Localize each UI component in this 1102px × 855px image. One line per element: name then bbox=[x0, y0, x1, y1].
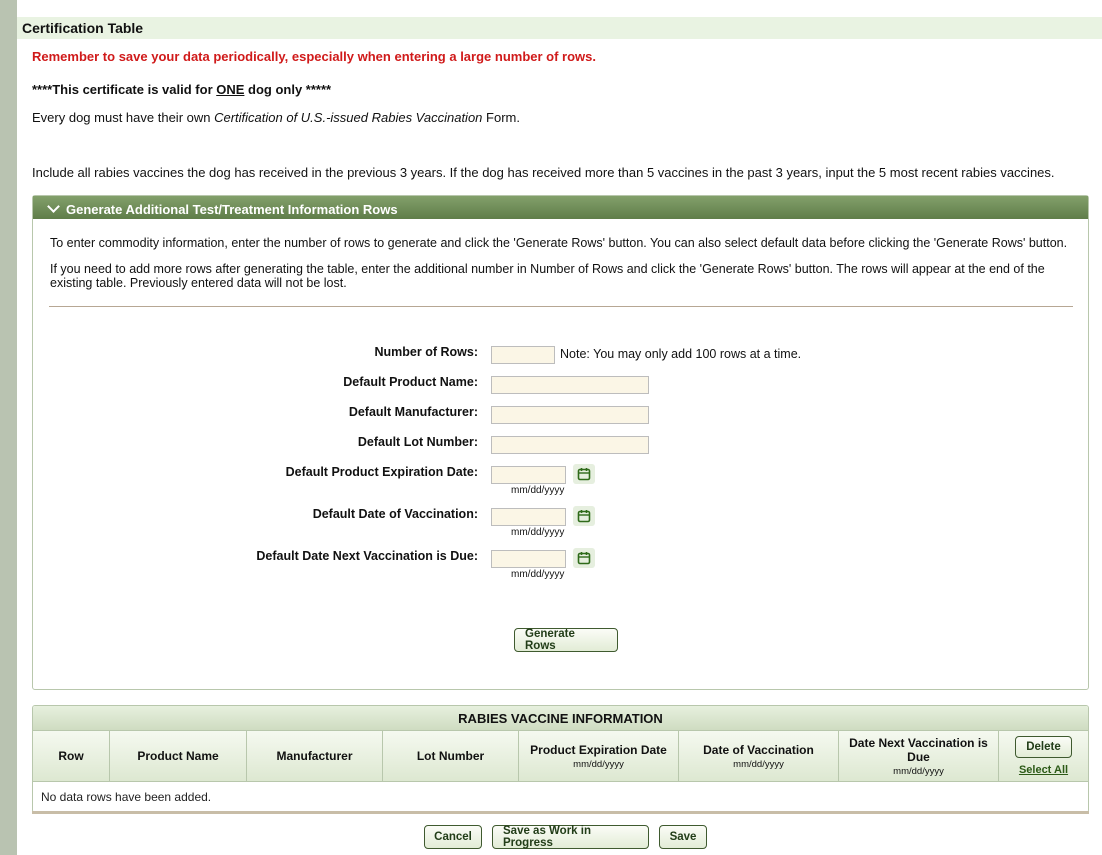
default-manufacturer-input[interactable] bbox=[491, 406, 649, 424]
default-expiration-date-label: Default Product Expiration Date: bbox=[285, 465, 478, 479]
col-delete: Delete Select All bbox=[999, 731, 1088, 781]
include-instructions: Include all rabies vaccines the dog has … bbox=[32, 165, 1055, 180]
col-manufacturer: Manufacturer bbox=[247, 731, 383, 781]
col-row-label: Row bbox=[58, 749, 84, 763]
default-lot-number-label: Default Lot Number: bbox=[357, 435, 478, 449]
calendar-icon[interactable] bbox=[573, 548, 595, 568]
col-expiration-date: Product Expiration Date mm/dd/yyyy bbox=[519, 731, 679, 781]
col-vaccination-format: mm/dd/yyyy bbox=[733, 758, 784, 770]
col-vaccination-label: Date of Vaccination bbox=[703, 742, 814, 757]
panel-title: Generate Additional Test/Treatment Infor… bbox=[66, 202, 398, 217]
form-requirement-note: Every dog must have their own Certificat… bbox=[32, 110, 520, 125]
col-expiration-label: Product Expiration Date bbox=[530, 742, 667, 757]
default-next-due-date-label: Default Date Next Vaccination is Due: bbox=[256, 549, 478, 563]
col-next-due-label: Date Next Vaccination is Due bbox=[849, 735, 988, 764]
chevron-down-icon[interactable] bbox=[47, 200, 60, 213]
section-title: Certification Table bbox=[17, 17, 1102, 39]
rows-limit-note: Note: You may only add 100 rows at a tim… bbox=[560, 347, 802, 361]
cancel-button[interactable]: Cancel bbox=[424, 825, 482, 849]
calendar-icon[interactable] bbox=[573, 506, 595, 526]
vaccination-date-format-hint: mm/dd/yyyy bbox=[511, 527, 565, 538]
default-vaccination-date-input[interactable] bbox=[491, 508, 566, 526]
validity-note: ****This certificate is valid for ONE do… bbox=[32, 82, 331, 97]
panel-instructions-2: If you need to add more rows after gener… bbox=[50, 262, 1045, 290]
generate-rows-panel: Generate Additional Test/Treatment Infor… bbox=[32, 195, 1089, 690]
next-due-date-format-hint: mm/dd/yyyy bbox=[511, 569, 565, 580]
delete-button[interactable]: Delete bbox=[1015, 736, 1072, 758]
requirement-suffix: Form. bbox=[482, 110, 520, 125]
col-next-due-format: mm/dd/yyyy bbox=[893, 765, 944, 777]
validity-suffix: dog only ***** bbox=[244, 82, 332, 97]
default-expiration-date-input[interactable] bbox=[491, 466, 566, 484]
default-lot-number-input[interactable] bbox=[491, 436, 649, 454]
number-of-rows-label: Number of Rows: bbox=[374, 345, 478, 359]
rabies-table-title: RABIES VACCINE INFORMATION bbox=[33, 706, 1088, 730]
rabies-table-header: Row Product Name Manufacturer Lot Number… bbox=[33, 730, 1088, 782]
default-product-name-label: Default Product Name: bbox=[343, 375, 478, 389]
col-product-name: Product Name bbox=[110, 731, 247, 781]
form-name: Certification of U.S.-issued Rabies Vacc… bbox=[214, 110, 483, 125]
default-vaccination-date-label: Default Date of Vaccination: bbox=[312, 507, 478, 521]
empty-table-message: No data rows have been added. bbox=[41, 790, 212, 804]
col-vaccination-date: Date of Vaccination mm/dd/yyyy bbox=[679, 731, 839, 781]
validity-emphasis: ONE bbox=[216, 82, 245, 97]
save-work-in-progress-button[interactable]: Save as Work in Progress bbox=[492, 825, 649, 849]
col-row: Row bbox=[33, 731, 110, 781]
generate-rows-button[interactable]: Generate Rows bbox=[514, 628, 618, 652]
requirement-prefix: Every dog must have their own bbox=[32, 110, 215, 125]
col-expiration-format: mm/dd/yyyy bbox=[573, 758, 624, 770]
col-lot-number: Lot Number bbox=[383, 731, 519, 781]
select-all-link[interactable]: Select All bbox=[1019, 764, 1068, 776]
save-warning: Remember to save your data periodically,… bbox=[32, 49, 596, 64]
default-manufacturer-label: Default Manufacturer: bbox=[348, 405, 478, 419]
col-manufacturer-label: Manufacturer bbox=[276, 749, 353, 763]
validity-prefix: ****This certificate is valid for bbox=[32, 82, 217, 97]
col-product-label: Product Name bbox=[137, 749, 219, 763]
default-next-due-date-input[interactable] bbox=[491, 550, 566, 568]
default-product-name-input[interactable] bbox=[491, 376, 649, 394]
save-button[interactable]: Save bbox=[659, 825, 707, 849]
rabies-vaccine-table: RABIES VACCINE INFORMATION Row Product N… bbox=[32, 705, 1089, 813]
expiration-date-format-hint: mm/dd/yyyy bbox=[511, 485, 565, 496]
col-lot-label: Lot Number bbox=[416, 749, 485, 763]
main-content: Certification Table Remember to save you… bbox=[17, 0, 1102, 855]
table-bottom-border bbox=[32, 811, 1089, 814]
left-rail bbox=[0, 0, 17, 855]
panel-instructions-1: To enter commodity information, enter th… bbox=[50, 236, 1068, 250]
number-of-rows-input[interactable] bbox=[491, 346, 555, 364]
panel-header[interactable]: Generate Additional Test/Treatment Infor… bbox=[33, 196, 1088, 219]
panel-divider bbox=[49, 306, 1073, 307]
calendar-icon[interactable] bbox=[573, 464, 595, 484]
col-next-due-date: Date Next Vaccination is Due mm/dd/yyyy bbox=[839, 731, 999, 781]
